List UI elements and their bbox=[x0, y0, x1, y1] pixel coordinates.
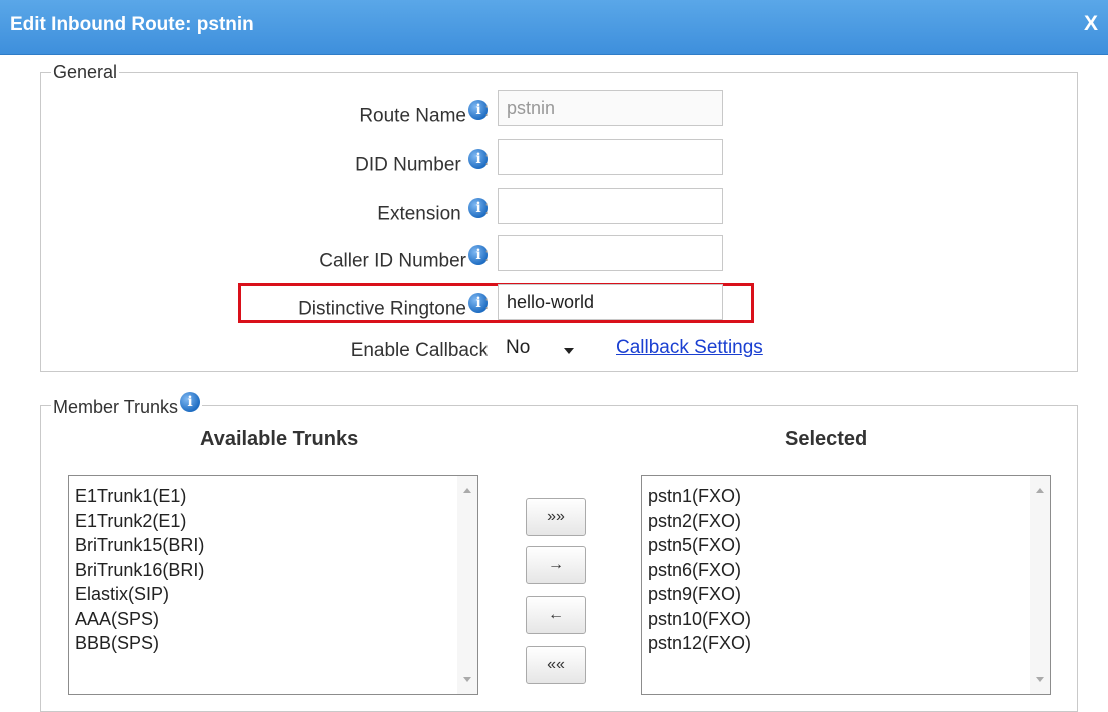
colon: : bbox=[484, 100, 490, 121]
general-legend: General bbox=[53, 62, 118, 82]
colon: : bbox=[484, 293, 490, 314]
distinctive-ringtone-input[interactable] bbox=[498, 284, 723, 320]
dialog-titlebar: Edit Inbound Route: pstnin X bbox=[0, 0, 1108, 55]
available-trunks-header: Available Trunks bbox=[200, 428, 359, 450]
list-item[interactable]: BriTrunk16(BRI) bbox=[75, 558, 204, 583]
list-item[interactable]: pstn6(FXO) bbox=[648, 558, 751, 583]
dialog-title: Edit Inbound Route: pstnin bbox=[10, 14, 254, 35]
list-item[interactable]: BriTrunk15(BRI) bbox=[75, 533, 204, 558]
chevron-down-icon bbox=[564, 348, 574, 354]
list-item[interactable]: pstn12(FXO) bbox=[648, 631, 751, 656]
route-name-label: Route Name i bbox=[359, 100, 488, 127]
extension-input[interactable] bbox=[498, 188, 723, 224]
scrollbar[interactable] bbox=[457, 476, 477, 694]
extension-label: Extension i bbox=[377, 198, 488, 225]
info-icon[interactable]: i bbox=[180, 392, 201, 412]
did-number-label: DID Number i bbox=[355, 149, 488, 176]
caller-id-number-input[interactable] bbox=[498, 235, 723, 271]
scroll-up-icon[interactable] bbox=[463, 488, 471, 493]
scrollbar[interactable] bbox=[1030, 476, 1050, 694]
add-selected-button[interactable]: → bbox=[526, 546, 586, 584]
list-item[interactable]: E1Trunk2(E1) bbox=[75, 509, 204, 534]
scroll-down-icon[interactable] bbox=[463, 677, 471, 682]
enable-callback-label: Enable Callback bbox=[350, 340, 488, 361]
list-item[interactable]: BBB(SPS) bbox=[75, 631, 204, 656]
callback-settings-link[interactable]: Callback Settings bbox=[616, 337, 763, 359]
selected-trunks-header: Selected bbox=[785, 428, 868, 450]
list-item[interactable]: AAA(SPS) bbox=[75, 607, 204, 632]
enable-callback-value: No bbox=[506, 337, 531, 358]
list-item[interactable]: E1Trunk1(E1) bbox=[75, 484, 204, 509]
list-item[interactable]: pstn1(FXO) bbox=[648, 484, 751, 509]
remove-selected-button[interactable]: ← bbox=[526, 596, 586, 634]
colon: : bbox=[484, 198, 490, 219]
did-number-input[interactable] bbox=[498, 139, 723, 175]
close-button[interactable]: X bbox=[1084, 12, 1098, 36]
selected-trunks-list[interactable]: pstn1(FXO) pstn2(FXO) pstn5(FXO) pstn6(F… bbox=[641, 475, 1051, 695]
scroll-up-icon[interactable] bbox=[1036, 488, 1044, 493]
colon: : bbox=[484, 340, 490, 361]
list-item[interactable]: Elastix(SIP) bbox=[75, 582, 204, 607]
list-item[interactable]: pstn9(FXO) bbox=[648, 582, 751, 607]
enable-callback-select[interactable]: No bbox=[498, 333, 580, 365]
caller-id-number-label: Caller ID Number i bbox=[319, 245, 488, 272]
add-all-button[interactable]: »» bbox=[526, 498, 586, 536]
member-trunks-legend: Member Trunks i bbox=[51, 392, 202, 418]
available-trunks-list[interactable]: E1Trunk1(E1) E1Trunk2(E1) BriTrunk15(BRI… bbox=[68, 475, 478, 695]
list-item[interactable]: pstn10(FXO) bbox=[648, 607, 751, 632]
colon: : bbox=[484, 245, 490, 266]
colon: : bbox=[484, 149, 490, 170]
list-item[interactable]: pstn2(FXO) bbox=[648, 509, 751, 534]
remove-all-button[interactable]: «« bbox=[526, 646, 586, 684]
list-item[interactable]: pstn5(FXO) bbox=[648, 533, 751, 558]
scroll-down-icon[interactable] bbox=[1036, 677, 1044, 682]
route-name-input[interactable] bbox=[498, 90, 723, 126]
distinctive-ringtone-label: Distinctive Ringtone i bbox=[298, 293, 488, 320]
